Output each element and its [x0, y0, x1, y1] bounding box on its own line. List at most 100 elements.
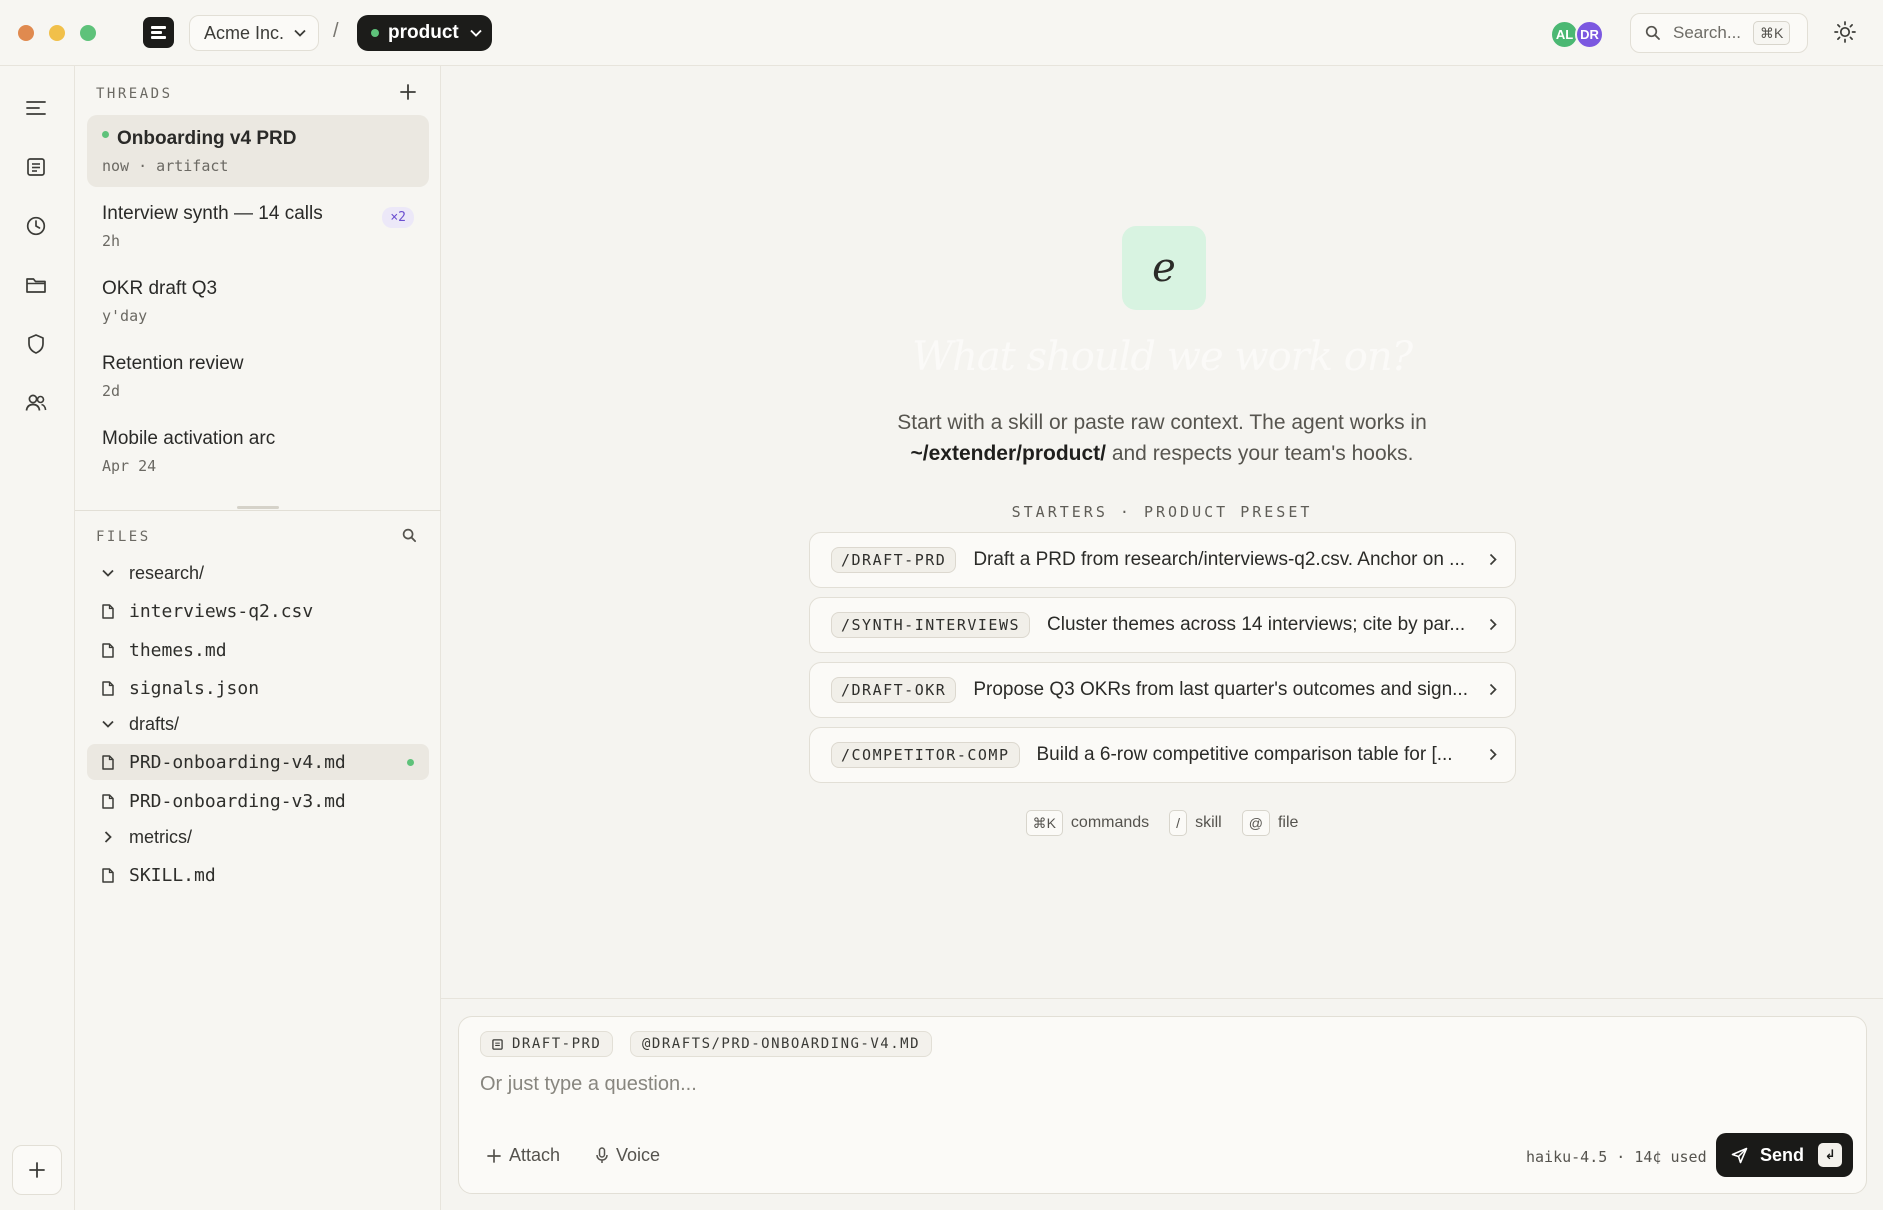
- thread-meta: y'day: [102, 307, 148, 325]
- chevron-right-icon: [104, 831, 112, 843]
- avatar[interactable]: DR: [1575, 20, 1604, 49]
- file-name: PRD-onboarding-v3.md: [129, 790, 346, 812]
- hint-commands: ⌘K commands: [1025, 810, 1149, 836]
- thread-item[interactable]: Interview synth — 14 calls 2h ×2: [87, 190, 429, 262]
- thread-title: Mobile activation arc: [102, 428, 276, 449]
- hint-file: @ file: [1241, 810, 1299, 836]
- hint-key: ⌘K: [1025, 810, 1063, 836]
- rail-team-button[interactable]: [22, 389, 50, 417]
- project-status-dot: [371, 29, 379, 37]
- chevron-right-icon: [1489, 683, 1497, 696]
- file-row[interactable]: signals.json: [87, 670, 429, 706]
- thread-meta: 2h: [102, 232, 121, 250]
- thread-title: Interview synth — 14 calls: [102, 203, 323, 224]
- main-panel: e What should we work on? Start with a s…: [441, 66, 1883, 1210]
- starter-competitor-comp[interactable]: /COMPETITOR-COMP Build a 6-row competiti…: [809, 727, 1516, 783]
- chevron-right-icon: [1489, 748, 1497, 761]
- composer-area: DRAFT-PRD @DRAFTS/PRD-ONBOARDING-V4.MD A…: [441, 998, 1883, 1210]
- org-switcher[interactable]: Acme Inc.: [189, 15, 319, 51]
- composer: DRAFT-PRD @DRAFTS/PRD-ONBOARDING-V4.MD A…: [458, 1016, 1867, 1194]
- hint-key: /: [1169, 810, 1188, 836]
- app-logo-icon[interactable]: [143, 17, 174, 48]
- file-row[interactable]: PRD-onboarding-v3.md: [87, 783, 429, 819]
- rail-add-button[interactable]: [12, 1145, 62, 1195]
- shield-icon: [28, 334, 44, 354]
- files-section-label: FILES: [96, 529, 151, 545]
- folder-row[interactable]: drafts/: [87, 706, 429, 742]
- title-bar: Acme Inc. / product AL DR Search... ⌘K: [0, 0, 1883, 66]
- starter-description: Draft a PRD from research/interviews-q2.…: [973, 549, 1466, 570]
- skill-chip[interactable]: DRAFT-PRD: [480, 1031, 614, 1057]
- search-icon: [1645, 25, 1660, 40]
- hint-key: @: [1241, 810, 1270, 836]
- rail-files-button[interactable]: [22, 271, 50, 299]
- file-row[interactable]: interviews-q2.csv: [87, 593, 429, 629]
- thread-meta: 2d: [102, 382, 121, 400]
- starter-description: Propose Q3 OKRs from last quarter's outc…: [973, 679, 1468, 700]
- thread-meta: now · artifact: [102, 157, 229, 175]
- folder-name: drafts/: [129, 713, 180, 734]
- panel-resize-handle[interactable]: [237, 506, 279, 509]
- chip-label: @DRAFTS/PRD-ONBOARDING-V4.MD: [642, 1036, 921, 1052]
- file-row[interactable]: themes.md: [87, 632, 429, 668]
- thread-item[interactable]: Onboarding v4 PRD now · artifact: [87, 115, 429, 187]
- thread-item[interactable]: Retention review 2d: [87, 340, 429, 412]
- thread-title: Retention review: [102, 353, 244, 374]
- skill-tag: /SYNTH-INTERVIEWS: [831, 612, 1031, 638]
- chip-label: DRAFT-PRD: [512, 1036, 602, 1052]
- rail-documents-button[interactable]: [22, 153, 50, 181]
- search-button[interactable]: Search... ⌘K: [1630, 13, 1808, 53]
- search-icon[interactable]: [402, 528, 417, 543]
- folder-row[interactable]: metrics/: [87, 819, 429, 855]
- send-icon: [1731, 1147, 1748, 1163]
- workspace-path: ~/extender/product/: [910, 442, 1106, 465]
- voice-button[interactable]: Voice: [596, 1145, 660, 1166]
- chevron-down-icon: [294, 29, 306, 37]
- thread-item[interactable]: Mobile activation arc Apr 24: [87, 415, 429, 487]
- folder-name: research/: [129, 562, 205, 583]
- rail-security-button[interactable]: [22, 330, 50, 358]
- file-row[interactable]: SKILL.md: [87, 857, 429, 893]
- divider: [75, 510, 441, 511]
- threads-section-label: THREADS: [96, 86, 173, 102]
- window-close-button[interactable]: [18, 25, 34, 41]
- sun-icon[interactable]: [1832, 19, 1858, 45]
- subtitle-tail: and respects your team's hooks.: [1105, 442, 1414, 465]
- file-context-chip[interactable]: @DRAFTS/PRD-ONBOARDING-V4.MD: [630, 1031, 933, 1057]
- search-label: Search...: [1673, 23, 1742, 42]
- rail-menu-button[interactable]: [22, 94, 50, 122]
- file-icon: [102, 603, 114, 619]
- attach-label: Attach: [509, 1145, 561, 1165]
- folder-row[interactable]: research/: [87, 555, 429, 591]
- thread-item[interactable]: OKR draft Q3 y'day: [87, 265, 429, 337]
- folder-name: metrics/: [129, 826, 192, 847]
- chevron-right-icon: [1489, 553, 1497, 566]
- file-name: themes.md: [129, 639, 227, 661]
- thread-title: OKR draft Q3: [102, 278, 218, 299]
- file-icon: [102, 793, 114, 809]
- message-input[interactable]: [480, 1073, 1780, 1096]
- file-name: signals.json: [129, 677, 260, 699]
- project-switcher[interactable]: product: [357, 15, 492, 51]
- attach-button[interactable]: Attach: [487, 1145, 560, 1166]
- folder-icon: [26, 278, 46, 293]
- hint-skill: / skill: [1169, 810, 1222, 836]
- starter-draft-okr[interactable]: /DRAFT-OKR Propose Q3 OKRs from last qua…: [809, 662, 1516, 718]
- file-row[interactable]: PRD-onboarding-v4.md: [87, 744, 429, 780]
- agent-logo: e: [1122, 226, 1206, 310]
- chevron-down-icon: [102, 569, 114, 577]
- thread-count-badge: ×2: [382, 207, 414, 228]
- chevron-down-icon: [102, 720, 114, 728]
- plus-icon[interactable]: [399, 83, 417, 101]
- search-shortcut: ⌘K: [1753, 21, 1791, 45]
- hint-label: file: [1277, 814, 1299, 831]
- chevron-down-icon: [470, 29, 482, 37]
- starter-synth-interviews[interactable]: /SYNTH-INTERVIEWS Cluster themes across …: [809, 597, 1516, 653]
- window-maximize-button[interactable]: [80, 25, 96, 41]
- breadcrumb-separator: /: [333, 20, 339, 42]
- send-button[interactable]: Send ↲: [1716, 1133, 1853, 1177]
- rail-history-button[interactable]: [22, 212, 50, 240]
- live-status-dot: [102, 130, 109, 138]
- window-minimize-button[interactable]: [49, 25, 65, 41]
- starter-draft-prd[interactable]: /DRAFT-PRD Draft a PRD from research/int…: [809, 532, 1516, 588]
